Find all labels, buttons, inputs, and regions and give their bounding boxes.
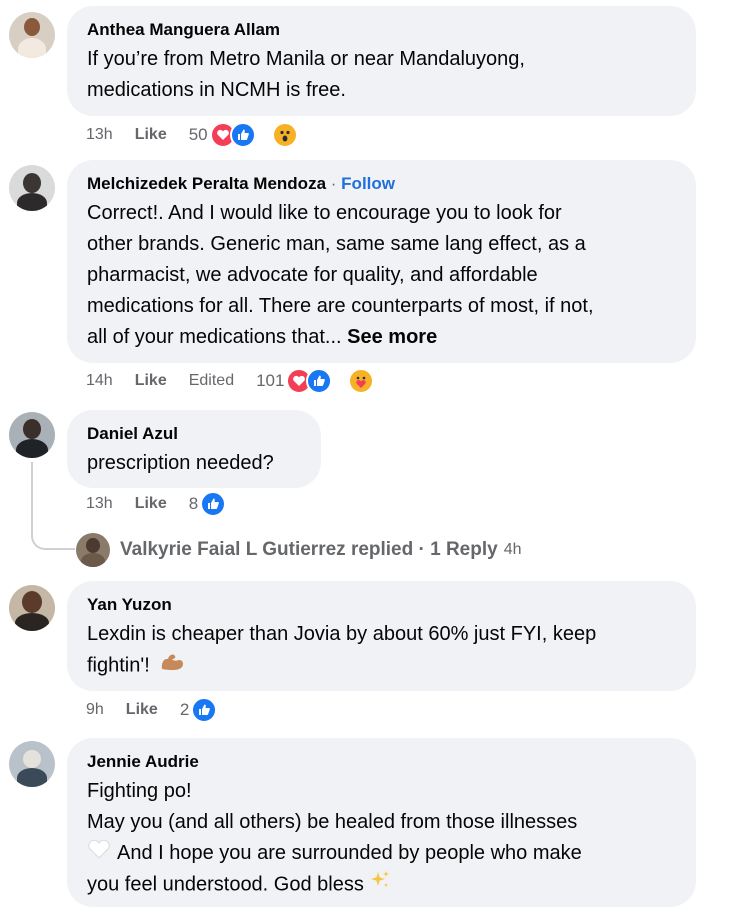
comment-author[interactable]: Daniel Azul xyxy=(87,423,301,445)
comment-actions: 9h Like 2 xyxy=(86,697,239,723)
comment-bubble: Yan Yuzon Lexdin is cheaper than Jovia b… xyxy=(67,581,696,691)
like-button[interactable]: Like xyxy=(135,372,167,390)
comment-author[interactable]: Yan Yuzon xyxy=(87,594,676,616)
avatar[interactable] xyxy=(9,741,55,787)
comment-timestamp[interactable]: 13h xyxy=(86,495,113,513)
comment-text-line: fightin'! xyxy=(87,654,150,677)
edited-label: Edited xyxy=(188,372,235,389)
like-button[interactable]: Like xyxy=(126,701,158,719)
reaction-count[interactable]: 2 xyxy=(180,700,189,720)
like-reaction-icon xyxy=(200,491,227,517)
comment-bubble: Daniel Azul prescription needed? xyxy=(67,410,321,488)
comment-text-line: And I hope you are surrounded by people … xyxy=(117,842,582,864)
reaction-count[interactable]: 101 xyxy=(256,371,284,391)
reaction-icons[interactable] xyxy=(200,491,248,517)
avatar[interactable] xyxy=(9,412,55,458)
comment-bubble: Anthea Manguera Allam If you’re from Met… xyxy=(67,6,696,116)
comment-text-line: all of your medications that... xyxy=(87,326,342,348)
like-reaction-icon xyxy=(229,122,256,148)
thread-connector xyxy=(31,520,75,550)
thread-line xyxy=(31,462,33,522)
wow-reaction-icon xyxy=(271,122,298,148)
comment-author[interactable]: Jennie Audrie xyxy=(87,751,676,773)
comment-text-line: you feel understood. God bless xyxy=(87,873,364,896)
comment-text-line: prescription needed? xyxy=(87,452,274,474)
reaction-icons[interactable] xyxy=(286,368,375,394)
comment-text-line: medications for all. There are counterpa… xyxy=(87,295,594,317)
comment-text-line: If you’re from Metro Manila or near Mand… xyxy=(87,48,525,70)
reply-avatar xyxy=(76,533,110,567)
comment-author-line: Melchizedek Peralta Mendoza · Follow xyxy=(87,173,676,195)
reaction-count[interactable]: 8 xyxy=(189,494,198,514)
comment-bubble: Melchizedek Peralta Mendoza · Follow Cor… xyxy=(67,160,696,363)
comment-actions: 13h Like 8 xyxy=(86,491,248,517)
reply-summary-text: replied · 1 Reply xyxy=(350,539,498,560)
avatar[interactable] xyxy=(9,165,55,211)
reply-author: Valkyrie Faial L Gutierrez xyxy=(120,539,346,560)
follow-button[interactable]: Follow xyxy=(341,174,395,193)
like-button[interactable]: Like xyxy=(135,495,167,513)
comment-text-line: other brands. Generic man, same same lan… xyxy=(87,233,586,255)
comment-timestamp[interactable]: 13h xyxy=(86,126,113,144)
reaction-count[interactable]: 50 xyxy=(189,125,208,145)
like-button[interactable]: Like xyxy=(135,126,167,144)
comment-text-line: Fighting po! xyxy=(87,780,192,802)
view-replies-link[interactable]: Valkyrie Faial L Gutierrez replied · 1 R… xyxy=(76,533,522,567)
separator-dot: · xyxy=(330,174,337,193)
comment-actions: 14h Like Edited 101 xyxy=(86,368,375,394)
like-reaction-icon xyxy=(306,368,333,394)
comment-timestamp[interactable]: 14h xyxy=(86,372,113,390)
see-more-link[interactable]: See more xyxy=(347,326,437,348)
sparkles-icon xyxy=(369,869,391,901)
reaction-icons[interactable] xyxy=(209,122,298,148)
white-heart-icon xyxy=(87,838,111,869)
like-reaction-icon xyxy=(191,697,218,723)
comment-text-line: Lexdin is cheaper than Jovia by about 60… xyxy=(87,623,597,645)
comment-timestamp[interactable]: 9h xyxy=(86,701,104,719)
flexed-biceps-icon xyxy=(159,650,185,682)
comment-text-line: pharmacist, we advocate for quality, and… xyxy=(87,264,538,286)
reaction-icons[interactable] xyxy=(191,697,239,723)
reply-timestamp: 4h xyxy=(503,541,522,558)
avatar[interactable] xyxy=(9,585,55,631)
comment-bubble: Jennie Audrie Fighting po! May you (and … xyxy=(67,738,696,907)
comment-text-line: May you (and all others) be healed from … xyxy=(87,811,578,833)
comment-author[interactable]: Anthea Manguera Allam xyxy=(87,19,676,41)
comment-author[interactable]: Melchizedek Peralta Mendoza xyxy=(87,174,326,193)
care-reaction-icon xyxy=(348,368,375,394)
comment-text-line: medications in NCMH is free. xyxy=(87,79,346,101)
comment-actions: 13h Like 50 xyxy=(86,122,298,148)
avatar[interactable] xyxy=(9,12,55,58)
comment-text-line: Correct!. And I would like to encourage … xyxy=(87,202,562,224)
